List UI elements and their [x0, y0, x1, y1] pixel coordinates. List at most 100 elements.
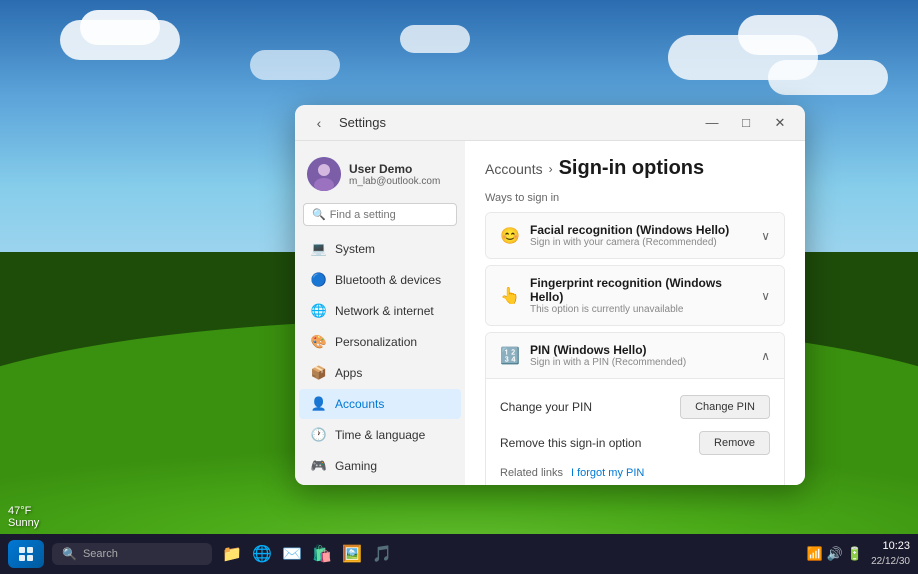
breadcrumb-arrow: ›: [549, 162, 553, 176]
nav-icon-time: 🕐: [311, 427, 327, 443]
option-title-pin: PIN (Windows Hello): [530, 343, 751, 357]
network-icon: 📶: [807, 546, 823, 562]
option-item-facial: 😊 Facial recognition (Windows Hello) Sig…: [485, 212, 785, 259]
breadcrumb[interactable]: Accounts: [485, 161, 543, 177]
option-text-facial: Facial recognition (Windows Hello) Sign …: [530, 223, 751, 248]
section-label: Ways to sign in: [485, 192, 785, 204]
option-text-fingerprint: Fingerprint recognition (Windows Hello) …: [530, 276, 751, 315]
sidebar-item-bluetooth[interactable]: 🔵 Bluetooth & devices: [299, 265, 461, 295]
pin-expanded-section: Change your PIN Change PIN Remove this s…: [486, 378, 784, 485]
weather-widget: 47°F Sunny: [8, 505, 39, 529]
close-button[interactable]: ✕: [767, 110, 793, 136]
window-controls: — □ ✕: [699, 110, 793, 136]
taskbar-search-label: Search: [83, 548, 118, 560]
nav-label-personalization: Personalization: [335, 335, 417, 349]
option-header-fingerprint[interactable]: 👆 Fingerprint recognition (Windows Hello…: [486, 266, 784, 325]
nav-icon-bluetooth: 🔵: [311, 272, 327, 288]
taskbar-icon-file-explorer[interactable]: 📁: [220, 542, 244, 566]
clock-time: 10:23: [871, 539, 910, 554]
option-icon-facial: 😊: [500, 226, 520, 246]
user-profile: User Demo m_lab@outlook.com: [295, 149, 465, 199]
taskbar-icon-store[interactable]: 🛍️: [310, 542, 334, 566]
desktop: ‹ Settings — □ ✕: [0, 0, 918, 574]
taskbar-icon-edge[interactable]: 🌐: [250, 542, 274, 566]
sidebar-item-network[interactable]: 🌐 Network & internet: [299, 296, 461, 326]
change-pin-button[interactable]: Change PIN: [680, 395, 770, 419]
settings-sidebar: User Demo m_lab@outlook.com 🔍 💻 System 🔵…: [295, 141, 465, 485]
nav-label-accounts: Accounts: [335, 397, 384, 411]
taskbar-icons: 📁 🌐 ✉️ 🛍️ 🖼️ 🎵: [220, 542, 807, 566]
system-tray: 📶 🔊 🔋: [807, 546, 864, 562]
system-clock[interactable]: 10:23 22/12/30: [871, 539, 910, 568]
sidebar-item-accessibility[interactable]: ♿ Accessibility: [299, 482, 461, 485]
taskbar-search-icon: 🔍: [62, 547, 77, 561]
remove-pin-label: Remove this sign-in option: [500, 436, 641, 450]
window-body: User Demo m_lab@outlook.com 🔍 💻 System 🔵…: [295, 141, 805, 485]
nav-icon-accounts: 👤: [311, 396, 327, 412]
sign-in-options-list: 😊 Facial recognition (Windows Hello) Sig…: [485, 212, 785, 485]
taskbar: 🔍 Search 📁 🌐 ✉️ 🛍️ 🖼️ 🎵 📶 🔊 🔋 10:23 22/1…: [0, 534, 918, 574]
clock-date: 22/12/30: [871, 555, 910, 569]
option-desc-facial: Sign in with your camera (Recommended): [530, 237, 751, 248]
forgot-pin-link[interactable]: I forgot my PIN: [571, 467, 644, 479]
nav-label-bluetooth: Bluetooth & devices: [335, 273, 441, 287]
change-pin-row: Change your PIN Change PIN: [500, 389, 770, 425]
taskbar-icon-mail[interactable]: ✉️: [280, 542, 304, 566]
option-icon-fingerprint: 👆: [500, 286, 520, 306]
nav-icon-system: 💻: [311, 241, 327, 257]
related-links-label: Related links: [500, 467, 563, 479]
sidebar-item-time[interactable]: 🕐 Time & language: [299, 420, 461, 450]
option-icon-pin: 🔢: [500, 346, 520, 366]
user-email: m_lab@outlook.com: [349, 176, 453, 187]
chevron-fingerprint: ∨: [761, 289, 770, 303]
change-pin-label: Change your PIN: [500, 400, 592, 414]
remove-pin-row: Remove this sign-in option Remove: [500, 425, 770, 461]
start-button[interactable]: [8, 540, 44, 568]
option-header-facial[interactable]: 😊 Facial recognition (Windows Hello) Sig…: [486, 213, 784, 258]
option-header-pin[interactable]: 🔢 PIN (Windows Hello) Sign in with a PIN…: [486, 333, 784, 378]
page-header: Accounts › Sign-in options: [485, 157, 785, 180]
option-desc-pin: Sign in with a PIN (Recommended): [530, 357, 751, 368]
option-title-facial: Facial recognition (Windows Hello): [530, 223, 751, 237]
option-desc-fingerprint: This option is currently unavailable: [530, 304, 751, 315]
sidebar-item-apps[interactable]: 📦 Apps: [299, 358, 461, 388]
settings-search[interactable]: 🔍: [303, 203, 457, 226]
nav-icon-personalization: 🎨: [311, 334, 327, 350]
taskbar-search-box[interactable]: 🔍 Search: [52, 543, 212, 565]
back-button[interactable]: ‹: [307, 111, 331, 135]
user-info: User Demo m_lab@outlook.com: [349, 162, 453, 187]
sidebar-item-system[interactable]: 💻 System: [299, 234, 461, 264]
nav-label-apps: Apps: [335, 366, 362, 380]
nav-icon-network: 🌐: [311, 303, 327, 319]
related-links: Related links I forgot my PIN: [500, 461, 770, 481]
taskbar-icon-music[interactable]: 🎵: [370, 542, 394, 566]
search-icon: 🔍: [312, 208, 326, 221]
window-title: Settings: [339, 115, 386, 130]
user-name: User Demo: [349, 162, 453, 176]
minimize-button[interactable]: —: [699, 110, 725, 136]
search-input[interactable]: [330, 209, 448, 221]
sidebar-item-personalization[interactable]: 🎨 Personalization: [299, 327, 461, 357]
nav-label-gaming: Gaming: [335, 459, 377, 473]
option-text-pin: PIN (Windows Hello) Sign in with a PIN (…: [530, 343, 751, 368]
main-content: Accounts › Sign-in options Ways to sign …: [465, 141, 805, 485]
nav-icon-gaming: 🎮: [311, 458, 327, 474]
taskbar-right: 📶 🔊 🔋 10:23 22/12/30: [807, 539, 911, 568]
nav-label-time: Time & language: [335, 428, 425, 442]
battery-icon: 🔋: [847, 546, 863, 562]
option-item-pin: 🔢 PIN (Windows Hello) Sign in with a PIN…: [485, 332, 785, 485]
title-bar: ‹ Settings — □ ✕: [295, 105, 805, 141]
restore-button[interactable]: □: [733, 110, 759, 136]
chevron-facial: ∨: [761, 229, 770, 243]
remove-pin-button[interactable]: Remove: [699, 431, 770, 455]
taskbar-icon-photos[interactable]: 🖼️: [340, 542, 364, 566]
nav-list: 💻 System 🔵 Bluetooth & devices 🌐 Network…: [295, 234, 465, 485]
nav-label-system: System: [335, 242, 375, 256]
weather-condition: Sunny: [8, 517, 39, 529]
weather-temp: 47°F: [8, 505, 39, 517]
nav-label-network: Network & internet: [335, 304, 434, 318]
option-title-fingerprint: Fingerprint recognition (Windows Hello): [530, 276, 751, 304]
page-title: Sign-in options: [559, 157, 705, 180]
sidebar-item-accounts[interactable]: 👤 Accounts: [299, 389, 461, 419]
sidebar-item-gaming[interactable]: 🎮 Gaming: [299, 451, 461, 481]
